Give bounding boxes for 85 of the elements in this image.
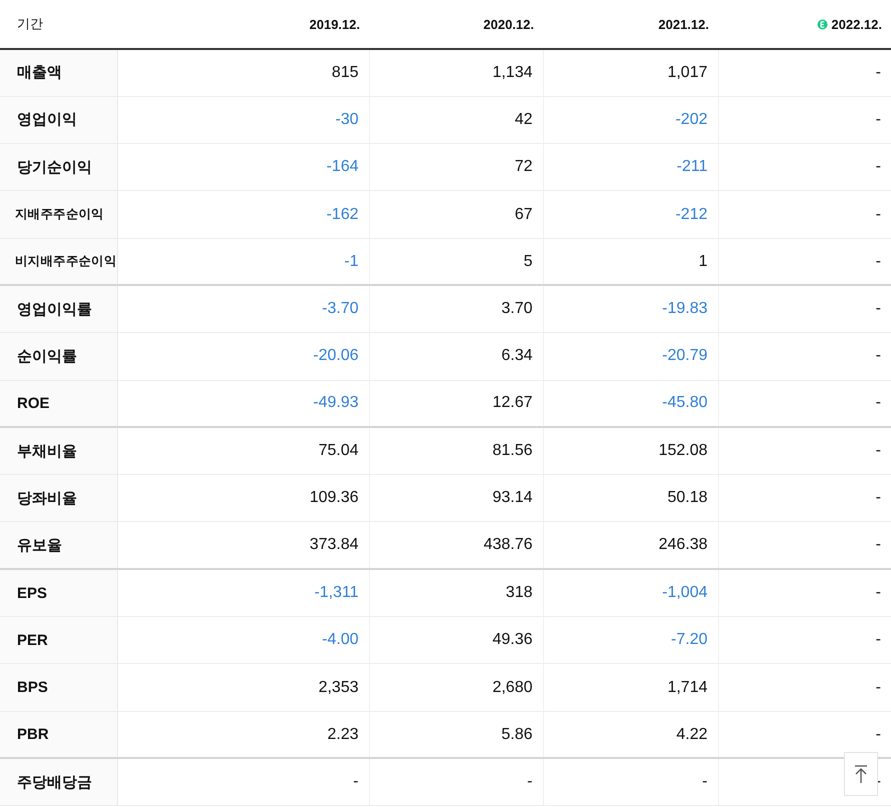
table-cell: - (718, 190, 891, 238)
table-cell: 42 (369, 96, 543, 144)
table-cell: 438.76 (369, 522, 543, 570)
table-cell: - (718, 616, 891, 664)
table-cell: 246.38 (543, 522, 718, 570)
table-cell: 49.36 (369, 616, 543, 664)
table-cell: 50.18 (543, 474, 718, 522)
table-cell: -4.00 (117, 616, 369, 664)
table-cell: -1,004 (543, 569, 718, 617)
table-cell: 815 (117, 49, 369, 96)
column-header: 2019.12. (117, 0, 369, 49)
table-cell: -3.70 (117, 285, 369, 333)
table-cell: -30 (117, 96, 369, 144)
table-cell: 75.04 (117, 427, 369, 475)
table-cell: -7.20 (543, 616, 718, 664)
table-cell: 67 (369, 190, 543, 238)
row-label: EPS (0, 569, 117, 617)
table-cell: 152.08 (543, 427, 718, 475)
table-cell: - (718, 285, 891, 333)
estimate-icon (817, 18, 828, 30)
table-cell: - (718, 522, 891, 570)
table-cell: - (718, 664, 891, 712)
table-cell: 2.23 (117, 711, 369, 758)
table-cell: - (718, 144, 891, 191)
table-cell: - (718, 332, 891, 380)
table-cell: -164 (117, 144, 369, 191)
table-cell: 5 (369, 238, 543, 286)
table-cell: - (718, 474, 891, 522)
table-cell: 1,714 (543, 664, 718, 712)
row-label: PER (0, 616, 117, 664)
row-label: 당좌비율 (0, 474, 117, 522)
table-cell: 6.34 (369, 332, 543, 380)
table-cell: 5.86 (369, 711, 543, 758)
column-header: 2020.12. (369, 0, 543, 49)
table-cell: 1 (543, 238, 718, 286)
table-cell: 93.14 (369, 474, 543, 522)
row-label: BPS (0, 664, 117, 712)
table-cell: 12.67 (369, 380, 543, 428)
row-label: 부채비율 (0, 427, 117, 475)
table-cell: -211 (543, 144, 718, 191)
row-label: 영업이익 (0, 96, 117, 144)
table-cell: 81.56 (369, 427, 543, 475)
table-cell: - (718, 380, 891, 428)
table-cell: 2,680 (369, 664, 543, 712)
table-cell: 109.36 (117, 474, 369, 522)
table-cell: 318 (369, 569, 543, 617)
table-cell: -19.83 (543, 285, 718, 333)
table-cell: 373.84 (117, 522, 369, 570)
table-cell: -20.06 (117, 332, 369, 380)
table-cell: -202 (543, 96, 718, 144)
arrow-up-icon (853, 764, 869, 784)
scroll-to-top-button[interactable] (844, 752, 878, 796)
table-cell: - (718, 238, 891, 286)
row-label: ROE (0, 380, 117, 428)
row-label: 비지배주주순이익 (0, 238, 117, 286)
table-cell: 1,134 (369, 49, 543, 96)
table-cell: 1,017 (543, 49, 718, 96)
row-label: PBR (0, 711, 117, 758)
table-cell: - (543, 758, 718, 806)
row-label: 지배주주순이익 (0, 190, 117, 238)
table-cell: -20.79 (543, 332, 718, 380)
table-cell: 72 (369, 144, 543, 191)
table-cell: - (718, 49, 891, 96)
table-cell: -212 (543, 190, 718, 238)
row-label: 영업이익률 (0, 285, 117, 333)
table-cell: -45.80 (543, 380, 718, 428)
column-header: 2022.12. (718, 0, 891, 49)
table-cell: -162 (117, 190, 369, 238)
table-cell: -49.93 (117, 380, 369, 428)
table-cell: - (718, 427, 891, 475)
row-label: 주당배당금 (0, 758, 117, 806)
table-cell: -1 (117, 238, 369, 286)
table-cell: 3.70 (369, 285, 543, 333)
column-header: 2021.12. (543, 0, 718, 49)
table-cell: - (718, 96, 891, 144)
table-cell: 4.22 (543, 711, 718, 758)
row-label: 당기순이익 (0, 144, 117, 191)
table-cell: - (117, 758, 369, 806)
table-cell: -1,311 (117, 569, 369, 617)
table-cell: - (718, 569, 891, 617)
table-cell: 2,353 (117, 664, 369, 712)
table-cell: - (369, 758, 543, 806)
row-label: 순이익률 (0, 332, 117, 380)
row-label: 유보율 (0, 522, 117, 570)
row-label: 매출액 (0, 49, 117, 96)
